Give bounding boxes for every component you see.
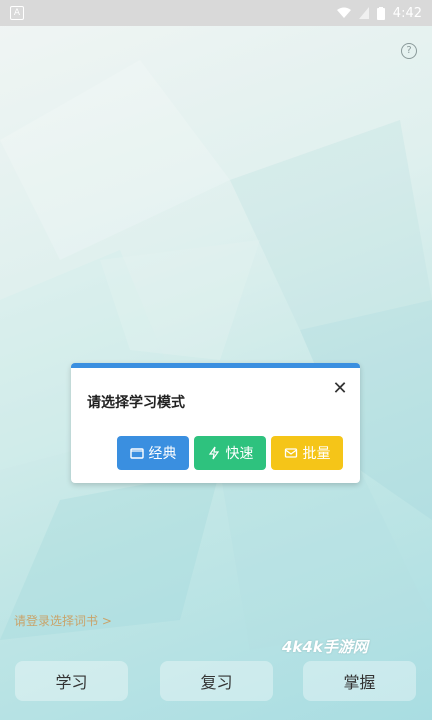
study-mode-dialog: 请选择学习模式 ✕ 经典 快速 批量	[71, 363, 360, 483]
classic-mode-button[interactable]: 经典	[117, 436, 189, 470]
folder-icon	[129, 448, 144, 459]
fast-mode-button[interactable]: 快速	[194, 436, 266, 470]
tab-review[interactable]: 复习	[160, 661, 273, 701]
batch-mode-button[interactable]: 批量	[271, 436, 343, 470]
status-bar: A 4:42	[0, 0, 432, 26]
dialog-title: 请选择学习模式	[87, 395, 185, 411]
notification-icon: A	[10, 6, 24, 20]
watermark: 4k4k手游网	[282, 638, 368, 656]
help-icon[interactable]: ?	[401, 43, 417, 59]
tab-review-label: 复习	[200, 673, 233, 692]
layers-icon	[284, 448, 297, 458]
classic-mode-label: 经典	[148, 446, 177, 462]
close-icon[interactable]: ✕	[331, 380, 349, 398]
status-icons: 4:42	[336, 5, 422, 21]
fast-mode-label: 快速	[225, 446, 254, 462]
wifi-icon	[336, 7, 351, 18]
login-select-wordbook-link[interactable]: 请登录选择词书 >	[14, 612, 112, 629]
tab-study-label: 学习	[55, 673, 88, 692]
status-time: 4:42	[392, 5, 422, 21]
battery-icon	[376, 6, 385, 20]
tab-master-label: 掌握	[343, 673, 376, 692]
tab-master[interactable]: 掌握	[303, 661, 416, 701]
lightning-icon	[208, 446, 219, 460]
tab-study[interactable]: 学习	[15, 661, 128, 701]
batch-mode-label: 批量	[302, 446, 331, 462]
signal-icon	[358, 7, 369, 19]
